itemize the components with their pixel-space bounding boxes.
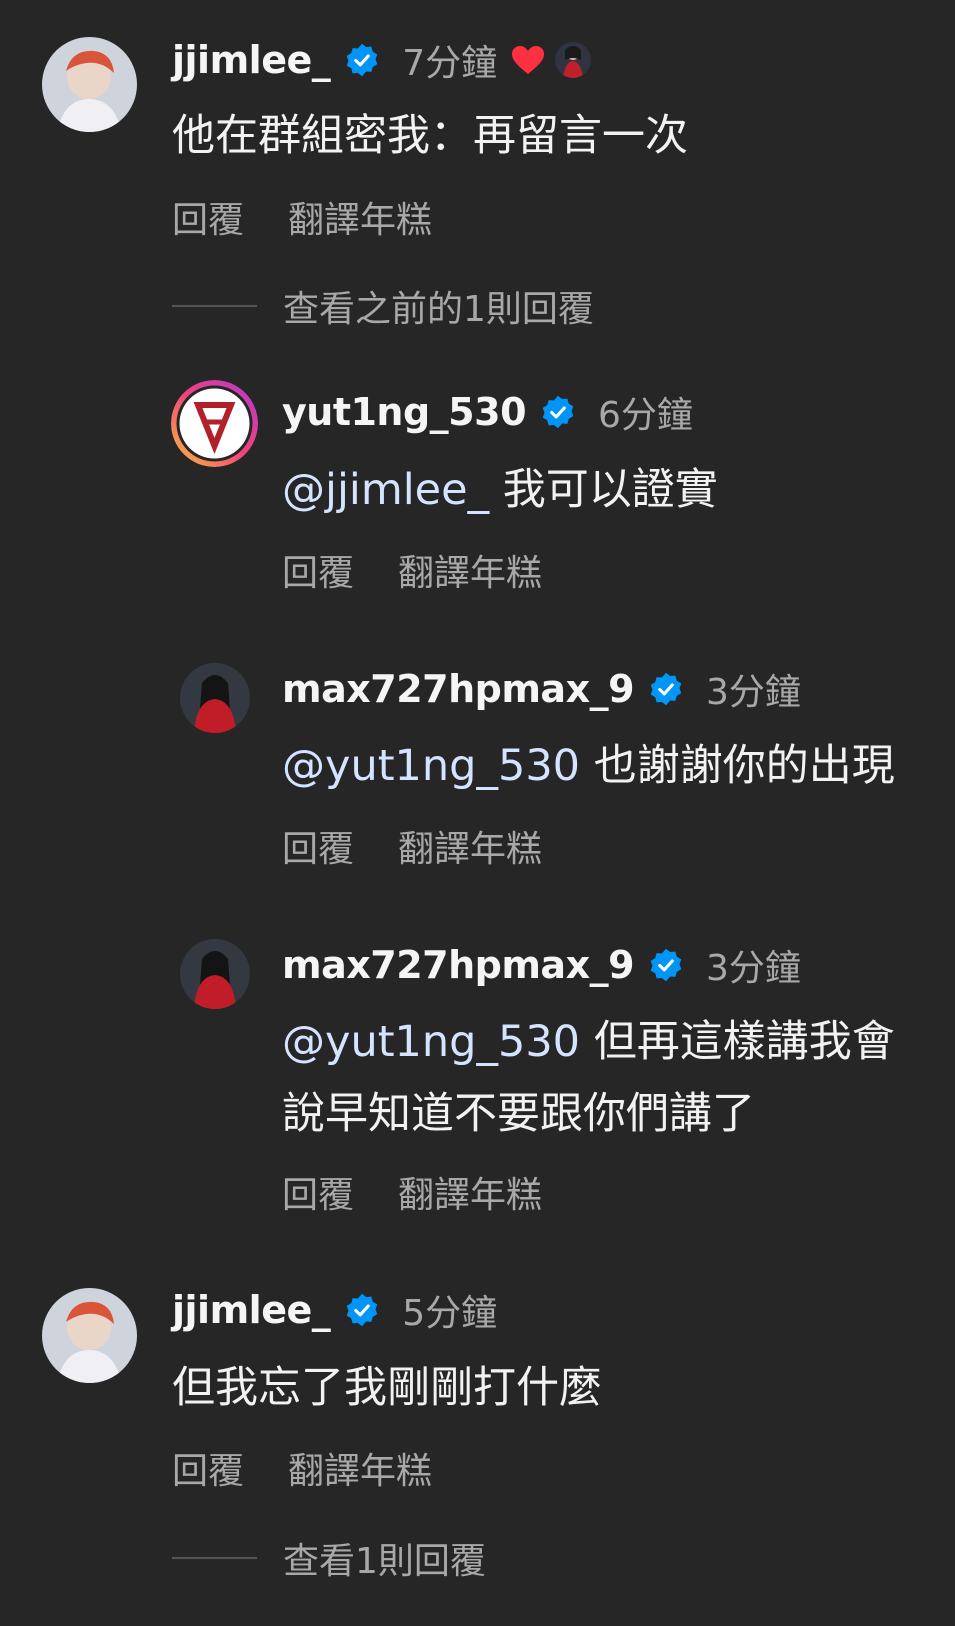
translate-button[interactable]: 翻譯年糕 — [398, 544, 542, 596]
avatar[interactable] — [180, 939, 250, 1009]
comment-body: 也謝謝你的出現 — [593, 741, 895, 791]
translate-button[interactable]: 翻譯年糕 — [288, 1442, 432, 1494]
reply-button[interactable]: 回覆 — [282, 544, 354, 596]
avatar[interactable] — [180, 663, 250, 733]
username[interactable]: jjimlee_ — [172, 1288, 331, 1332]
translate-button[interactable]: 翻譯年糕 — [288, 191, 432, 243]
view-previous-replies-button[interactable]: 查看之前的1則回覆 — [172, 280, 594, 332]
avatar[interactable] — [42, 1288, 137, 1383]
username[interactable]: max727hpmax_9 — [282, 667, 635, 711]
username[interactable]: jjimlee_ — [172, 38, 331, 82]
verified-badge-icon — [650, 672, 682, 706]
comment-time: 3分鐘 — [706, 948, 801, 989]
avatar[interactable] — [171, 380, 258, 467]
comment-body: 我可以證實 — [502, 465, 718, 515]
comment-time: 5分鐘 — [402, 1293, 498, 1334]
verified-badge-icon — [346, 43, 378, 77]
reply-button[interactable]: 回覆 — [282, 1166, 354, 1218]
verified-badge-icon — [346, 1293, 378, 1327]
view-replies-button[interactable]: 查看1則回覆 — [172, 1532, 486, 1584]
verified-badge-icon — [650, 948, 682, 982]
comment-time: 7分鐘 — [402, 43, 498, 84]
reply-button[interactable]: 回覆 — [172, 191, 244, 243]
mention-link[interactable]: @yut1ng_530 — [282, 1017, 580, 1067]
reply-button[interactable]: 回覆 — [282, 820, 354, 872]
comment-time: 6分鐘 — [598, 395, 693, 436]
mention-link[interactable]: @jjimlee_ — [282, 465, 489, 515]
comment-text: @jjimlee_ 我可以證實 — [282, 454, 922, 526]
translate-button[interactable]: 翻譯年糕 — [398, 820, 542, 872]
comment-text: 他在群組密我：再留言一次 — [172, 111, 688, 161]
comment-text: @yut1ng_530 也謝謝你的出現 — [282, 730, 922, 802]
liker-avatar — [555, 42, 592, 78]
avatar[interactable] — [42, 37, 137, 132]
verified-badge-icon — [542, 395, 574, 429]
username[interactable]: yut1ng_530 — [282, 390, 527, 434]
mention-link[interactable]: @yut1ng_530 — [282, 741, 580, 791]
divider-line — [172, 1557, 257, 1559]
reply-button[interactable]: 回覆 — [172, 1442, 244, 1494]
comment-text: @yut1ng_530 但再這樣講我會說早知道不要跟你們講了 — [282, 1006, 922, 1150]
username[interactable]: max727hpmax_9 — [282, 943, 635, 987]
translate-button[interactable]: 翻譯年糕 — [398, 1166, 542, 1218]
view-replies-label: 查看1則回覆 — [283, 1541, 486, 1582]
creator-liked-heart-icon — [512, 46, 545, 74]
comment-text: 但我忘了我剛剛打什麼 — [172, 1363, 602, 1413]
comment-time: 3分鐘 — [706, 672, 801, 713]
view-previous-replies-label: 查看之前的1則回覆 — [283, 289, 594, 330]
divider-line — [172, 305, 257, 307]
